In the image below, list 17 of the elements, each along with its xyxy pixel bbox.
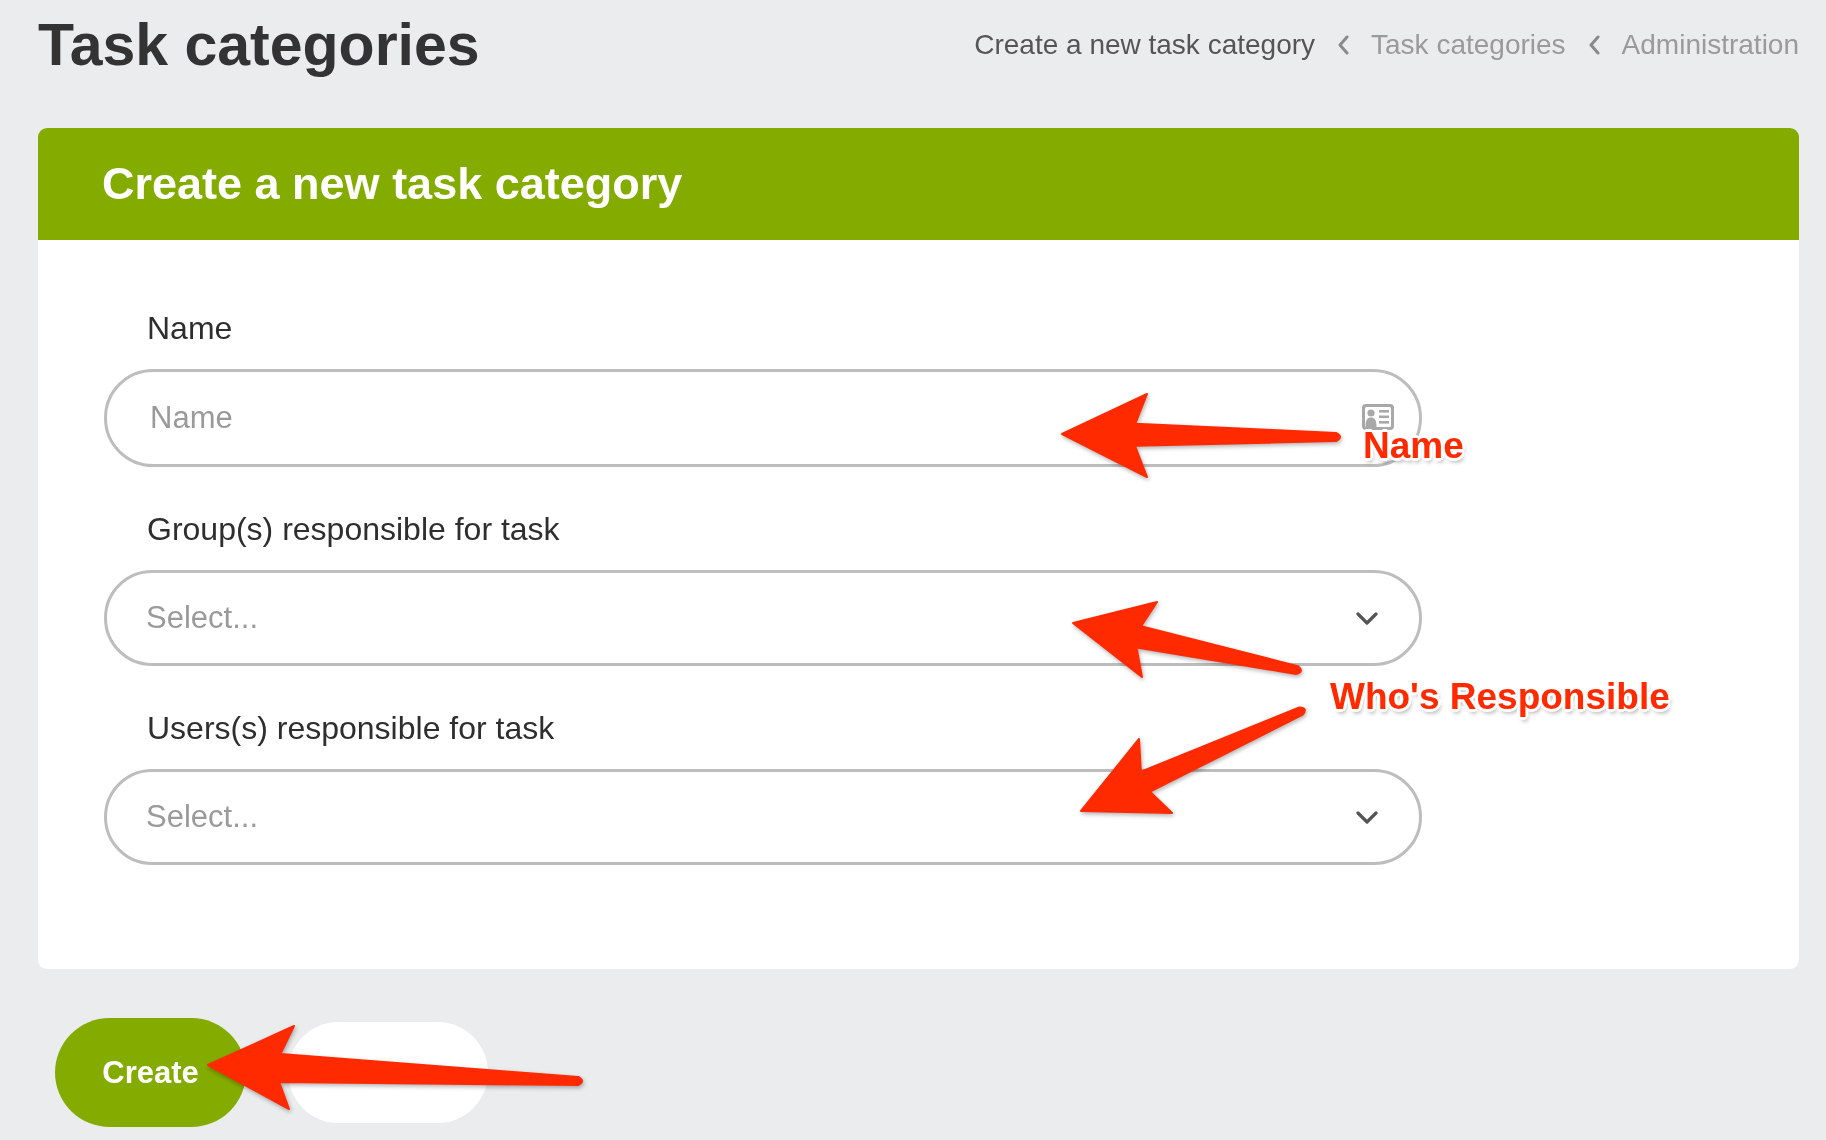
- field-label: Users(s) responsible for task: [147, 710, 555, 746]
- create-button[interactable]: Create: [55, 1018, 246, 1127]
- field-label: Group(s) responsible for task: [147, 511, 560, 547]
- page-title: Task categories: [38, 13, 480, 77]
- dropdown-field[interactable]: Select...: [104, 769, 1422, 865]
- contact-card-icon: [1362, 404, 1394, 430]
- dropdown-field[interactable]: Select...: [104, 570, 1422, 666]
- field-label: Name: [147, 310, 233, 346]
- breadcrumb-current: Create a new task category: [974, 28, 1316, 62]
- chevron-left-icon: [1337, 35, 1350, 55]
- chevron-down-icon: [1356, 611, 1378, 625]
- chevron-down-icon: [1356, 810, 1378, 824]
- chevron-left-icon: [1587, 35, 1600, 55]
- breadcrumb-link[interactable]: Administration: [1621, 28, 1799, 62]
- form-title: Create a new task category: [102, 157, 683, 211]
- annotation-label: Who's Responsible: [1330, 678, 1670, 715]
- breadcrumb-link[interactable]: Task categories: [1371, 28, 1566, 62]
